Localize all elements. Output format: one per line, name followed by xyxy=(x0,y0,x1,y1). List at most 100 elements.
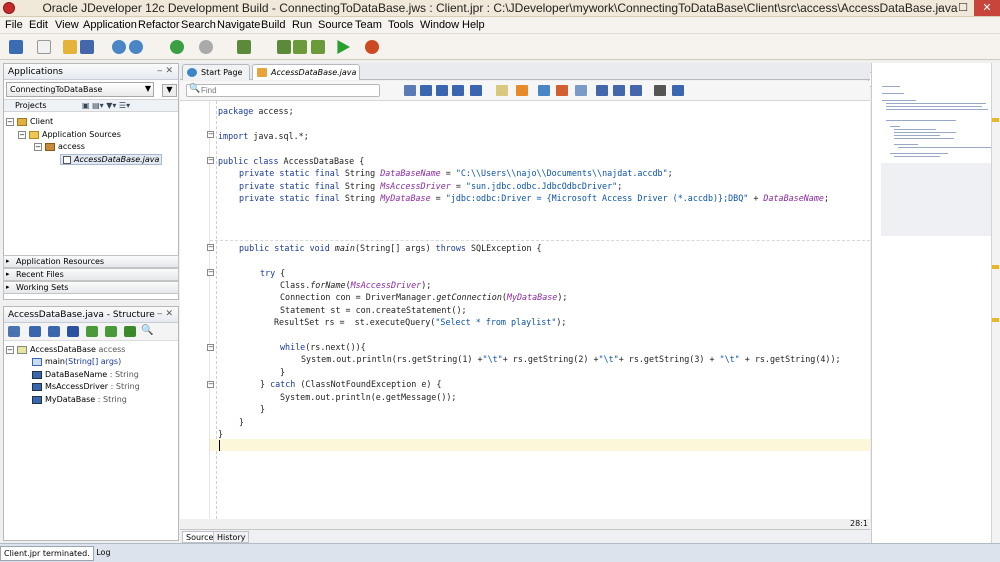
application-menu-button[interactable]: ▼ xyxy=(162,84,177,97)
overview-mark[interactable] xyxy=(992,318,999,322)
undo-icon[interactable] xyxy=(112,40,126,54)
section-application-resources[interactable]: ▸ Application Resources xyxy=(3,255,179,268)
new-file-icon[interactable] xyxy=(37,40,51,54)
show-methods-icon[interactable] xyxy=(29,326,41,337)
menu-source[interactable]: Source xyxy=(318,19,353,31)
menu-run[interactable]: Run xyxy=(292,19,312,31)
show-members-icon[interactable] xyxy=(124,326,136,337)
find-box[interactable]: 🔍 xyxy=(186,84,380,97)
open-application-icon[interactable] xyxy=(9,40,23,54)
code-line: public class AccessDataBase { xyxy=(218,156,365,166)
menu-refactor[interactable]: Refactor xyxy=(138,19,180,31)
back-icon[interactable] xyxy=(170,40,184,54)
rebuild-icon[interactable] xyxy=(277,40,291,54)
menu-application[interactable]: Application xyxy=(83,19,137,31)
menu-tools[interactable]: Tools xyxy=(388,19,414,31)
structure-panel: AccessDataBase.java - Structure ‒ ✕ 🔍 − A… xyxy=(3,306,179,541)
menu-file[interactable]: File xyxy=(5,19,23,31)
save-all-icon[interactable] xyxy=(80,40,94,54)
overview-mark[interactable] xyxy=(992,265,999,269)
menu-view[interactable]: View xyxy=(55,19,79,31)
structure-title: AccessDataBase.java - Structure xyxy=(8,310,155,320)
previous-bookmark-icon[interactable] xyxy=(613,85,625,96)
tab-history[interactable]: History xyxy=(213,531,250,543)
structure-member-main[interactable]: main(String[] args) xyxy=(32,357,121,366)
redo-icon[interactable] xyxy=(129,40,143,54)
menu-navigate[interactable]: Navigate xyxy=(217,19,260,31)
application-select[interactable]: ConnectingToDataBase ▼ xyxy=(6,82,154,97)
tab-start-page[interactable]: Start Page xyxy=(182,64,250,80)
sort-icon[interactable] xyxy=(8,326,20,337)
next-bookmark-icon[interactable] xyxy=(630,85,642,96)
clear-highlight-icon[interactable] xyxy=(575,85,587,96)
show-fields-icon[interactable] xyxy=(48,326,60,337)
fold-icon[interactable]: − xyxy=(207,157,214,164)
overview-mark[interactable] xyxy=(992,118,999,122)
run-icon[interactable] xyxy=(337,40,350,54)
projects-tools-icon[interactable]: ▣ ▤▾ ▼▾ ☰▾ xyxy=(82,101,130,110)
tree-item-client[interactable]: − Client xyxy=(6,117,53,126)
debug-icon[interactable] xyxy=(365,40,379,54)
deploy-icon[interactable] xyxy=(311,40,325,54)
vertical-scrollbar[interactable] xyxy=(991,63,1000,543)
previous-error-icon[interactable] xyxy=(538,85,550,96)
tree-item-application-sources[interactable]: − Application Sources xyxy=(18,130,121,139)
section-working-sets[interactable]: ▸ Working Sets xyxy=(3,281,179,294)
code-overview-minimap[interactable] xyxy=(871,63,992,543)
indent-icon[interactable] xyxy=(436,85,448,96)
next-error-icon[interactable] xyxy=(556,85,568,96)
forward-icon[interactable] xyxy=(199,40,213,54)
collapse-icon[interactable]: − xyxy=(6,345,14,354)
list-icon[interactable] xyxy=(654,85,666,96)
menu-search[interactable]: Search xyxy=(181,19,216,31)
fold-icon[interactable]: − xyxy=(207,244,214,251)
collapse-icon[interactable]: − xyxy=(6,117,14,126)
tree-item-java-file[interactable]: AccessDataBase.java xyxy=(60,154,163,165)
menu-help[interactable]: Help xyxy=(462,19,485,31)
code-insight-icon[interactable] xyxy=(404,85,416,96)
search-icon[interactable]: 🔍 xyxy=(141,325,153,336)
find-input[interactable] xyxy=(201,86,371,95)
editor-gutter xyxy=(180,101,210,519)
quick-outline-icon[interactable] xyxy=(672,85,684,96)
fold-icon[interactable]: − xyxy=(207,381,214,388)
make-icon[interactable] xyxy=(237,40,251,54)
fold-icon[interactable]: − xyxy=(207,131,214,138)
maximize-button[interactable]: ☐ xyxy=(951,0,975,16)
fold-icon[interactable]: − xyxy=(207,344,214,351)
minimap-viewport[interactable] xyxy=(881,163,992,236)
show-static-icon[interactable] xyxy=(67,326,79,337)
toggle-bookmark-icon[interactable] xyxy=(516,85,528,96)
method-separator xyxy=(210,240,870,241)
code-line: Connection con = DriverManager.getConnec… xyxy=(280,292,568,302)
show-public-icon[interactable] xyxy=(86,326,98,337)
show-inherited-icon[interactable] xyxy=(105,326,117,337)
rebuild-all-icon[interactable] xyxy=(293,40,307,54)
panel-controls-icon[interactable]: ‒ ✕ xyxy=(157,66,173,76)
minimize-button[interactable]: – xyxy=(928,0,952,16)
projects-bar[interactable]: Projects ▣ ▤▾ ▼▾ ☰▾ xyxy=(4,99,178,112)
code-editor[interactable]: − − − − − − package access; import java.… xyxy=(180,101,870,519)
section-recent-files[interactable]: ▸ Recent Files xyxy=(3,268,179,281)
close-button[interactable]: ✕ xyxy=(974,0,1000,16)
structure-member-databasename[interactable]: DataBaseName : String xyxy=(32,370,139,379)
open-icon[interactable] xyxy=(63,40,77,54)
surround-with-icon[interactable] xyxy=(496,85,508,96)
menu-team[interactable]: Team xyxy=(355,19,382,31)
collapse-icon[interactable]: − xyxy=(34,142,42,151)
menu-edit[interactable]: Edit xyxy=(29,19,48,31)
structure-member-mydatabase[interactable]: MyDataBase : String xyxy=(32,395,127,404)
menu-window[interactable]: Window xyxy=(420,19,459,31)
structure-member-msaccessdriver[interactable]: MsAccessDriver : String xyxy=(32,382,140,391)
bookmark-icon[interactable] xyxy=(596,85,608,96)
collapse-icon[interactable]: − xyxy=(18,130,26,139)
unindent-icon[interactable] xyxy=(452,85,464,96)
format-icon[interactable] xyxy=(470,85,482,96)
toggle-line-comments-icon[interactable] xyxy=(420,85,432,96)
tree-item-package-access[interactable]: − access xyxy=(34,142,85,151)
menu-build[interactable]: Build xyxy=(261,19,285,31)
fold-icon[interactable]: − xyxy=(207,269,214,276)
structure-class[interactable]: − AccessDataBase access xyxy=(6,345,125,354)
panel-controls-icon[interactable]: ‒ ✕ xyxy=(157,309,173,319)
tab-accessdatabase-java[interactable]: AccessDataBase.java xyxy=(252,64,360,80)
